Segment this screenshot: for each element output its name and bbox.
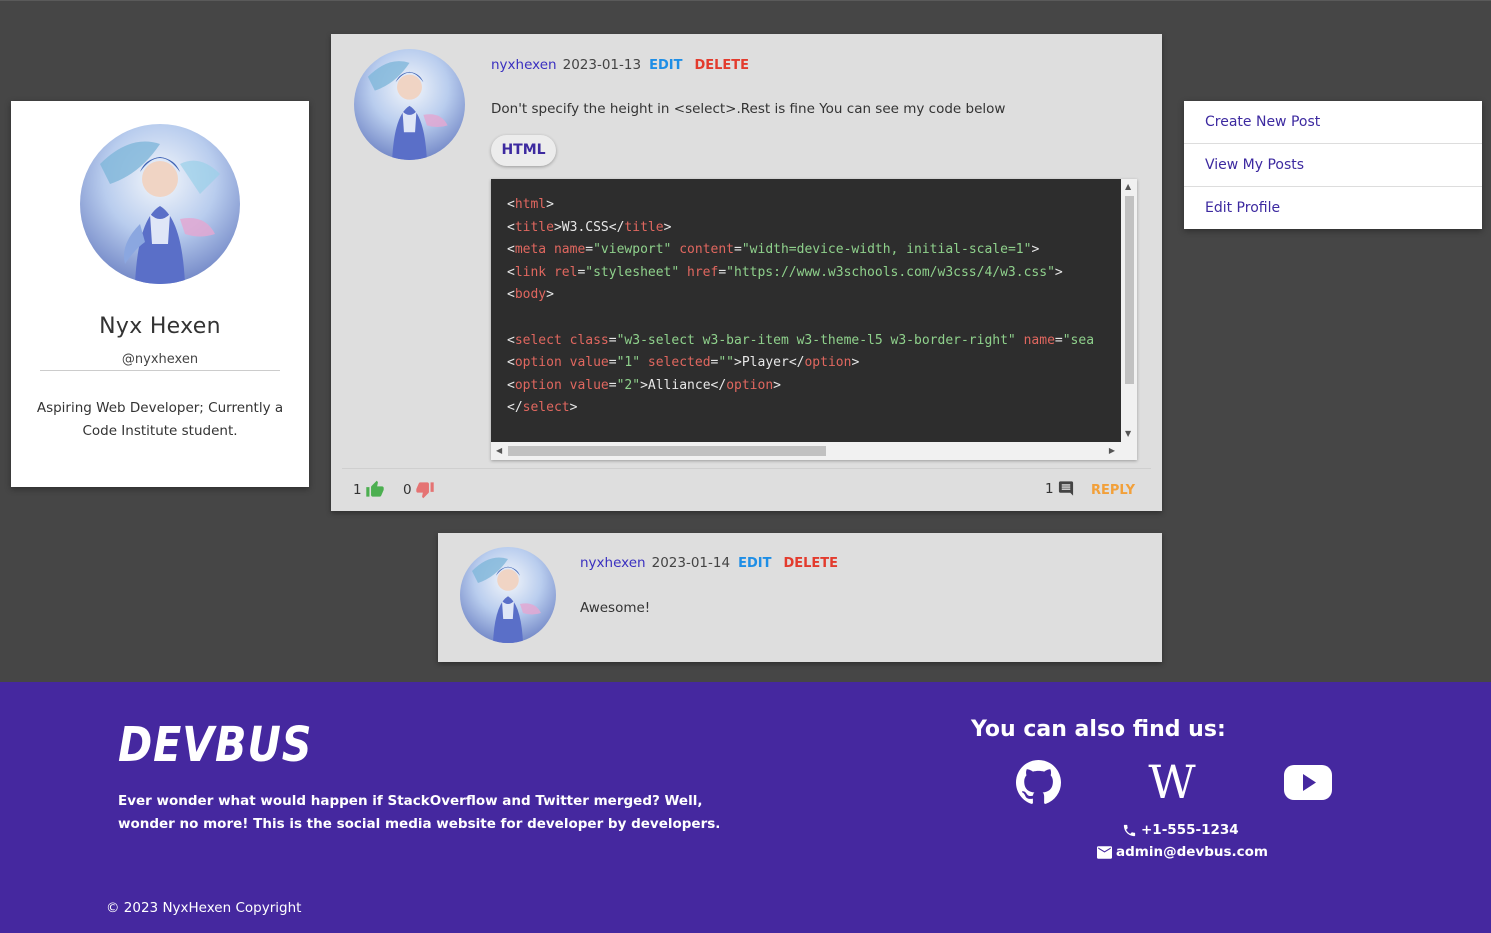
thumbs-down-icon [415,482,434,499]
code-line: <title>W3.CSS</title> [507,219,672,235]
post-body: Don't specify the height in <select>.Res… [491,101,1006,117]
scroll-down-icon[interactable]: ▼ [1125,430,1131,438]
top-border [0,0,1491,1]
footer-logo[interactable]: DEVBUS [118,717,312,773]
menu-view-my-posts[interactable]: View My Posts [1184,144,1482,187]
code-line: <option value="2">Alliance</option> [507,377,781,393]
code-line: <body> [507,287,554,303]
code-line: </select> [507,400,578,416]
scroll-up-icon[interactable]: ▲ [1125,183,1131,191]
profile-bio: Aspiring Web Developer; Currently a Code… [36,400,284,439]
youtube-link[interactable] [1283,760,1333,809]
like-button[interactable]: 1 [353,480,385,499]
post-footer-divider [342,468,1151,469]
footer-email[interactable]: admin@devbus.com [1097,844,1268,860]
github-link[interactable] [1016,760,1061,809]
horizontal-scrollbar[interactable]: ◀ ▶ [491,442,1137,460]
envelope-icon [1097,845,1112,859]
reply-date: 2023-01-14 [651,555,731,571]
profile-handle: @nyxhexen [121,352,199,367]
post-author-link[interactable]: nyxhexen [491,57,557,73]
copyright: © 2023 NyxHexen Copyright [106,900,302,916]
code-line: <select class="w3-select w3-bar-item w3-… [507,332,1095,348]
scroll-left-icon[interactable]: ◀ [496,447,502,455]
edit-reply-button[interactable]: EDIT [738,556,771,571]
vertical-scrollbar[interactable]: ▲ ▼ [1121,179,1137,442]
language-tag[interactable]: HTML [491,135,556,166]
footer: DEVBUS Ever wonder what would happen if … [0,682,1491,933]
profile-divider [40,370,280,371]
code-block[interactable]: <html> <title>W3.CSS</title> <meta name="v… [491,179,1137,460]
svg-text:W: W [1148,760,1196,805]
delete-reply-button[interactable]: DELETE [783,556,838,571]
footer-tagline: Ever wonder what would happen if StackOv… [118,793,721,832]
github-icon [1016,760,1061,804]
like-count: 1 [353,481,362,498]
code-lines: <html> <title>W3.CSS</title> <meta name="v… [507,194,1094,420]
dislike-button[interactable]: 0 [403,480,435,499]
reply-button[interactable]: REPLY [1091,483,1135,498]
delete-post-button[interactable]: DELETE [694,58,749,73]
reply-body: Awesome! [580,600,651,616]
vertical-scroll-thumb[interactable] [1125,196,1134,384]
menu-create-new-post[interactable]: Create New Post [1184,101,1482,144]
youtube-icon [1284,765,1332,800]
comments-count-button[interactable]: 1 [1045,480,1075,497]
code-line: <link rel="stylesheet" href="https://www… [507,264,1063,280]
post-card: nyxhexen 2023-01-13 EDIT DELETE Don't sp… [331,34,1162,511]
phone-icon [1123,824,1136,836]
code-line: <option value="1" selected="">Player</op… [507,355,860,371]
reply-author-avatar[interactable] [460,547,556,643]
comment-icon [1058,481,1073,496]
thumbs-up-icon [365,480,384,497]
email-address: admin@devbus.com [1116,844,1268,860]
comment-count: 1 [1045,480,1054,497]
wikipedia-icon: W [1148,755,1196,809]
wikipedia-link[interactable]: W [1143,755,1201,809]
scroll-right-icon[interactable]: ▶ [1109,447,1115,455]
side-menu: Create New Post View My Posts Edit Profi… [1184,101,1482,229]
find-us-heading: You can also find us: [971,717,1226,742]
code-line: <meta name="viewport" content="width=dev… [507,242,1040,258]
profile-card: Nyx Hexen @nyxhexen Aspiring Web Develop… [11,101,309,487]
profile-avatar [80,124,240,284]
edit-post-button[interactable]: EDIT [649,58,682,73]
code-area: <html> <title>W3.CSS</title> <meta name="v… [491,179,1121,442]
post-meta: nyxhexen 2023-01-13 EDIT DELETE [491,57,749,73]
horizontal-scroll-thumb[interactable] [508,446,826,456]
dislike-count: 0 [403,481,412,498]
reply-author-link[interactable]: nyxhexen [580,555,646,571]
profile-name: Nyx Hexen [99,314,221,339]
post-author-avatar[interactable] [354,49,465,160]
post-date: 2023-01-13 [562,57,642,73]
reply-card: nyxhexen 2023-01-14 EDIT DELETE Awesome! [438,533,1162,662]
reply-meta: nyxhexen 2023-01-14 EDIT DELETE [580,555,838,571]
footer-phone[interactable]: +1-555-1234 [1122,822,1239,838]
phone-number: +1-555-1234 [1141,822,1239,838]
code-line: <html> [507,197,554,212]
menu-edit-profile[interactable]: Edit Profile [1184,187,1482,229]
